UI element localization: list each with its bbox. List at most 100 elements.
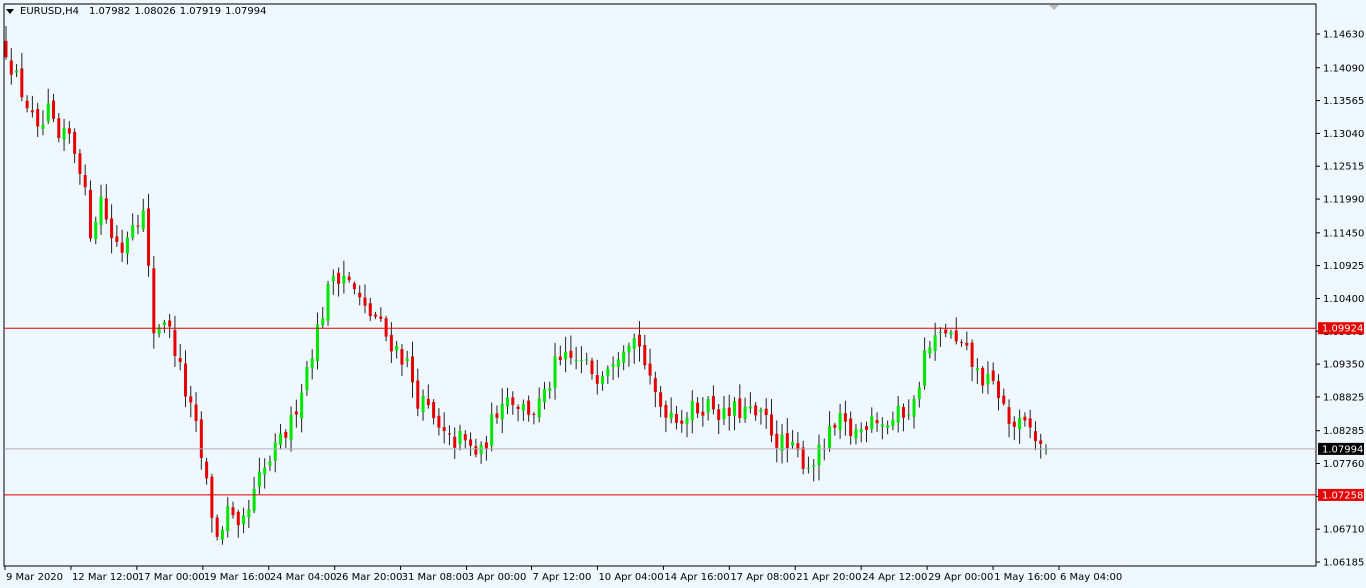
candle-body[interactable] (305, 367, 309, 391)
candle-body[interactable] (886, 425, 890, 428)
candle-body[interactable] (358, 292, 362, 298)
candle-body[interactable] (938, 331, 942, 333)
candle-body[interactable] (46, 103, 50, 122)
candle-body[interactable] (585, 359, 589, 361)
candle-body[interactable] (532, 413, 536, 415)
candle-body[interactable] (616, 359, 620, 367)
candle-body[interactable] (268, 461, 272, 466)
candle-body[interactable] (764, 408, 768, 416)
candle-body[interactable] (558, 356, 562, 360)
candle-body[interactable] (162, 322, 166, 326)
candle-body[interactable] (574, 360, 578, 362)
candle-body[interactable] (611, 363, 615, 367)
candle-body[interactable] (189, 396, 193, 403)
candle-body[interactable] (173, 330, 177, 356)
candle-body[interactable] (125, 237, 129, 254)
candle-body[interactable] (669, 412, 673, 419)
candle-body[interactable] (252, 488, 256, 511)
candle-body[interactable] (136, 225, 140, 227)
candle-body[interactable] (484, 442, 488, 449)
candle-body[interactable] (743, 406, 747, 419)
candle-body[interactable] (384, 318, 388, 337)
candle-body[interactable] (775, 433, 779, 448)
candle-body[interactable] (975, 368, 979, 371)
candle-body[interactable] (57, 118, 61, 138)
candle-body[interactable] (226, 506, 230, 532)
candle-body[interactable] (553, 356, 557, 388)
candle-body[interactable] (981, 367, 985, 386)
candle-body[interactable] (437, 415, 441, 428)
candle-body[interactable] (442, 427, 446, 431)
candle-body[interactable] (374, 314, 378, 317)
candle-body[interactable] (347, 276, 351, 281)
candle-body[interactable] (601, 376, 605, 384)
candle-body[interactable] (590, 360, 594, 375)
candle-body[interactable] (210, 476, 214, 518)
candle-body[interactable] (395, 345, 399, 351)
candle-body[interactable] (638, 334, 642, 347)
candle-body[interactable] (4, 40, 8, 58)
candle-body[interactable] (896, 405, 900, 423)
candle-body[interactable] (36, 109, 40, 127)
candle-body[interactable] (168, 320, 172, 327)
candle-body[interactable] (717, 409, 721, 420)
candle-body[interactable] (62, 128, 66, 140)
candle-body[interactable] (632, 338, 636, 349)
candle-body[interactable] (923, 350, 927, 386)
candle-body[interactable] (426, 398, 430, 406)
chart-window[interactable]: EURUSD,H4 1.07982 1.08026 1.07919 1.0799… (0, 0, 1366, 588)
candle-body[interactable] (352, 283, 356, 290)
candle-body[interactable] (490, 414, 494, 447)
candle-body[interactable] (1033, 431, 1037, 442)
candle-body[interactable] (405, 358, 409, 362)
candle-body[interactable] (300, 392, 304, 419)
candle-body[interactable] (205, 461, 209, 479)
candle-body[interactable] (495, 413, 499, 418)
candle-body[interactable] (199, 419, 203, 458)
candle-body[interactable] (701, 411, 705, 416)
candle-body[interactable] (289, 414, 293, 441)
candle-body[interactable] (1002, 395, 1006, 404)
candle-body[interactable] (115, 236, 119, 242)
candle-body[interactable] (152, 268, 156, 334)
candle-body[interactable] (817, 444, 821, 466)
candle-body[interactable] (648, 363, 652, 376)
candle-body[interactable] (843, 413, 847, 422)
candle-body[interactable] (231, 507, 235, 516)
candle-body[interactable] (806, 467, 810, 469)
candle-body[interactable] (88, 189, 92, 239)
candle-body[interactable] (400, 349, 404, 365)
candle-body[interactable] (389, 334, 393, 352)
candle-body[interactable] (653, 378, 657, 393)
candle-body[interactable] (474, 446, 478, 455)
candle-body[interactable] (680, 420, 684, 424)
candle-body[interactable] (659, 392, 663, 407)
candle-body[interactable] (907, 414, 911, 416)
candle-body[interactable] (928, 347, 932, 354)
candle-body[interactable] (690, 401, 694, 421)
candle-body[interactable] (479, 444, 483, 455)
candle-body[interactable] (331, 276, 335, 282)
candle-body[interactable] (294, 411, 298, 415)
candle-body[interactable] (991, 370, 995, 381)
candle-body[interactable] (711, 396, 715, 410)
candle-body[interactable] (521, 404, 525, 411)
candle-body[interactable] (52, 100, 56, 119)
candle-body[interactable] (67, 128, 71, 134)
candle-body[interactable] (511, 397, 515, 405)
candle-body[interactable] (20, 68, 24, 98)
candle-body[interactable] (30, 110, 34, 113)
candle-body[interactable] (542, 389, 546, 403)
candle-body[interactable] (463, 434, 467, 441)
candle-body[interactable] (854, 429, 858, 439)
candle-body[interactable] (785, 433, 789, 449)
candle-body[interactable] (242, 515, 246, 525)
candle-body[interactable] (83, 174, 87, 188)
candle-body[interactable] (548, 388, 552, 392)
candle-body[interactable] (865, 426, 869, 430)
candle-body[interactable] (141, 210, 145, 230)
candle-body[interactable] (183, 363, 187, 397)
candle-body[interactable] (500, 403, 504, 420)
candle-body[interactable] (321, 318, 325, 326)
candle-body[interactable] (1023, 416, 1027, 421)
